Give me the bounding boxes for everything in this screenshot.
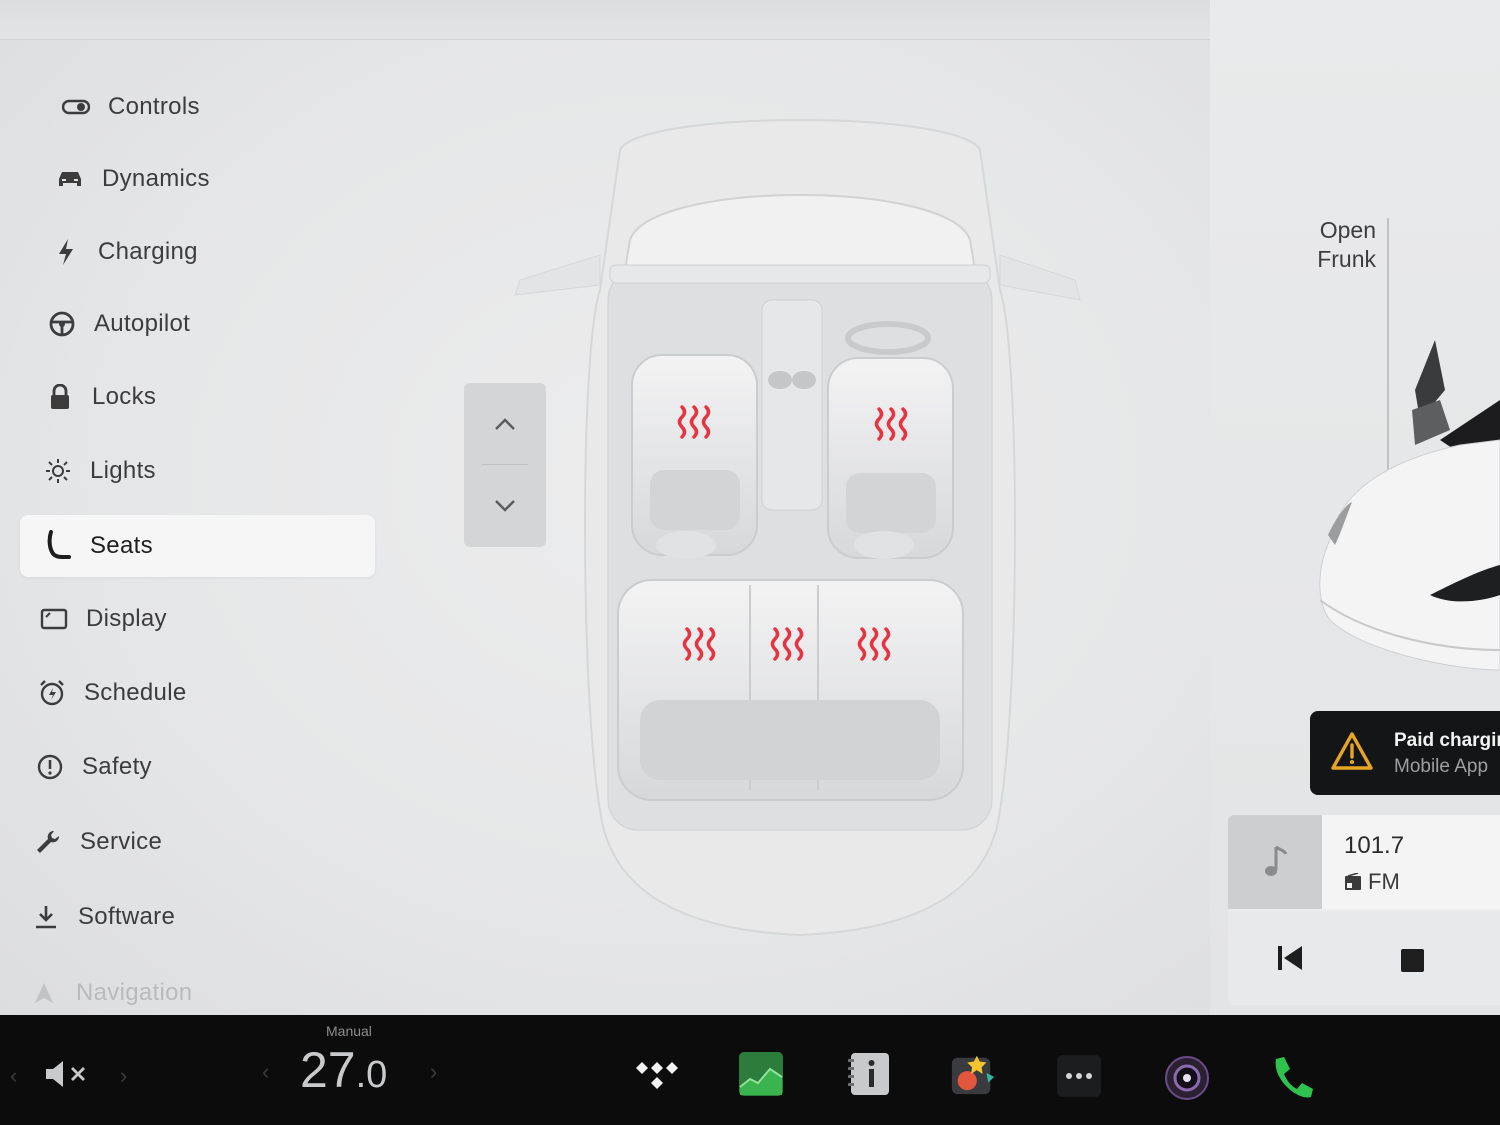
sidebar-item-label: Autopilot: [94, 310, 191, 337]
alert-circle-icon: [30, 747, 70, 787]
sidebar-item-label: Charging: [98, 238, 198, 265]
station-info[interactable]: 101.7 FM: [1322, 815, 1500, 909]
sidebar-item-controls[interactable]: Controls: [56, 76, 411, 138]
sidebar-item-label: Schedule: [84, 679, 187, 706]
sidebar-item-seats[interactable]: Seats: [20, 515, 375, 577]
notification-subtitle: Mobile App: [1394, 756, 1489, 777]
sidebar-item-label: Lights: [90, 457, 156, 484]
stop-button[interactable]: [1401, 949, 1424, 972]
temp-up-button[interactable]: ›: [430, 1059, 437, 1085]
toggle-icon: [56, 87, 96, 127]
alarm-clock-icon: [32, 673, 72, 713]
station-band: FM: [1344, 869, 1400, 895]
frunk-label-line1: Open: [1319, 217, 1376, 243]
sidebar-item-label: Display: [86, 605, 167, 632]
wrench-icon: [28, 822, 68, 862]
steering-wheel-icon: [42, 304, 82, 344]
chevron-left-icon[interactable]: ‹: [10, 1063, 17, 1089]
rear-bench-seat[interactable]: [617, 579, 964, 801]
speaker-muted-icon[interactable]: [44, 1059, 92, 1089]
tidal-icon[interactable]: [634, 1055, 680, 1101]
more-dots-icon[interactable]: [1056, 1053, 1102, 1099]
sidebar-item-label: Safety: [82, 753, 152, 780]
status-bar: [0, 0, 1210, 40]
sidebar-item-autopilot[interactable]: Autopilot: [42, 293, 397, 355]
chevron-right-icon[interactable]: ›: [120, 1063, 127, 1089]
sidebar-item-label: Controls: [108, 93, 200, 120]
sidebar-item-label: Seats: [90, 532, 153, 559]
phone-icon[interactable]: [1268, 1055, 1314, 1101]
toybox-icon[interactable]: [950, 1051, 996, 1097]
temperature-decimal: .0: [355, 1054, 388, 1096]
car-icon: [50, 159, 90, 199]
vehicle-3d-render: [1319, 340, 1500, 671]
skip-previous-button[interactable]: [1276, 944, 1304, 972]
sidebar-item-service[interactable]: Service: [28, 811, 383, 873]
notification-card[interactable]: Paid chargin Mobile App: [1310, 711, 1500, 795]
media-controls: [1228, 911, 1500, 1005]
bolt-icon: [46, 232, 86, 272]
sidebar-item-label: Software: [78, 903, 176, 930]
sidebar-item-schedule[interactable]: Schedule: [32, 662, 387, 724]
band-label: FM: [1368, 869, 1400, 894]
open-frunk-button[interactable]: Open Frunk: [1290, 216, 1376, 274]
sidebar-item-software[interactable]: Software: [26, 886, 381, 948]
frunk-label-line2: Frunk: [1317, 246, 1376, 272]
camera-icon[interactable]: [1164, 1055, 1210, 1101]
energy-graph-icon[interactable]: [738, 1051, 784, 1097]
sidebar-item-label: Dynamics: [102, 165, 210, 192]
bottom-bar: ‹ › ‹ Manual 27.0 ›: [0, 1015, 1500, 1125]
notification-title: Paid chargin: [1394, 730, 1500, 751]
media-player: 101.7 FM: [1228, 815, 1500, 1005]
station-frequency: 101.7: [1344, 832, 1405, 859]
front-left-seat[interactable]: [631, 354, 758, 559]
sun-icon: [38, 451, 78, 491]
display-icon: [34, 599, 74, 639]
sidebar-item-label: Navigation: [76, 979, 193, 1006]
temperature-whole: 27: [300, 1042, 356, 1098]
sidebar-item-label: Locks: [92, 383, 157, 410]
lock-icon: [40, 377, 80, 417]
climate-mode: Manual: [326, 1023, 372, 1039]
navigation-arrow-icon: [24, 973, 64, 1013]
sidebar-item-lights[interactable]: Lights: [38, 440, 393, 502]
radio-icon: [1345, 873, 1361, 890]
temp-down-button[interactable]: ‹: [262, 1059, 269, 1085]
music-note-icon: [1265, 845, 1288, 876]
car-top-view: [514, 119, 1081, 937]
album-art[interactable]: [1228, 815, 1322, 909]
sidebar-item-display[interactable]: Display: [34, 588, 389, 650]
download-icon: [26, 897, 66, 937]
cabin-temperature[interactable]: 27.0: [300, 1041, 387, 1099]
manual-info-icon[interactable]: [846, 1051, 892, 1097]
seat-icon: [38, 526, 78, 566]
sidebar-item-dynamics[interactable]: Dynamics: [50, 148, 405, 210]
sidebar-item-locks[interactable]: Locks: [40, 366, 395, 428]
sidebar-item-label: Service: [80, 828, 163, 855]
front-right-seat[interactable]: [827, 357, 954, 559]
warning-triangle-icon: [1331, 732, 1373, 770]
sidebar-item-charging[interactable]: Charging: [46, 221, 401, 283]
sidebar-item-safety[interactable]: Safety: [30, 736, 385, 798]
